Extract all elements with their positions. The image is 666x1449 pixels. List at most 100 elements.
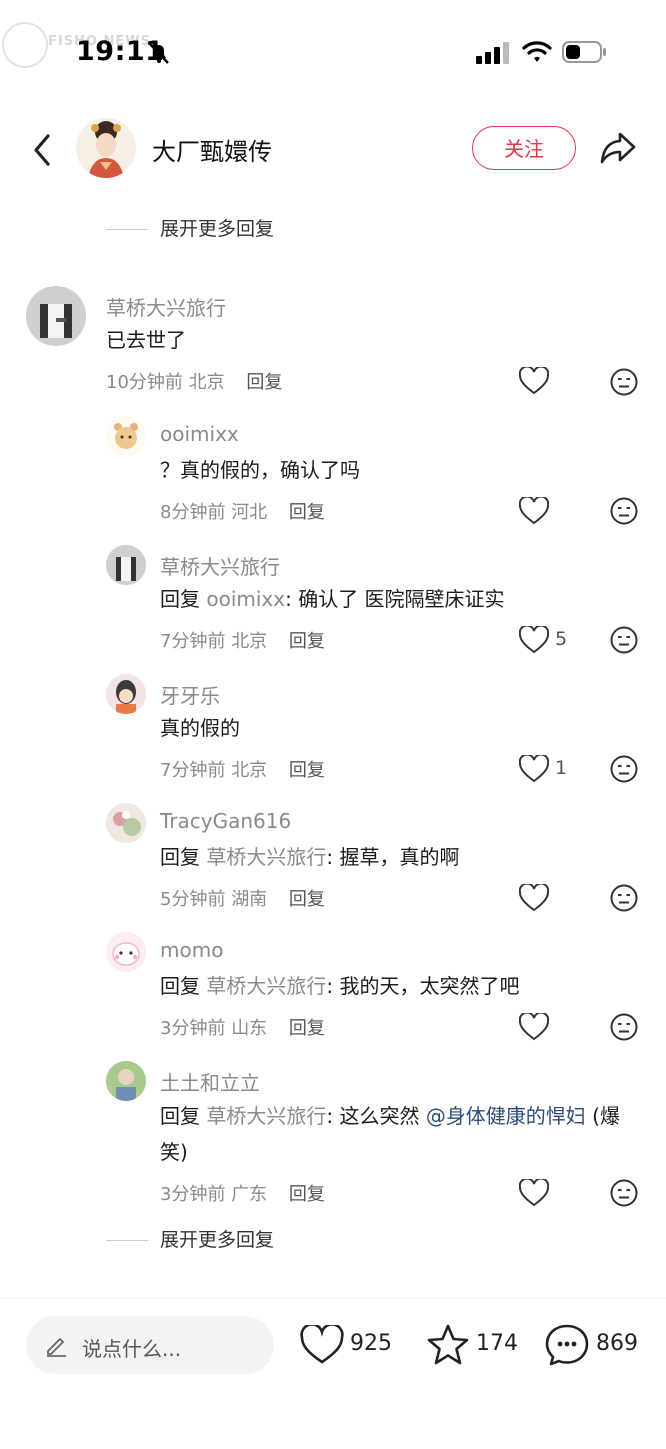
reply-button[interactable]: 回复 xyxy=(289,502,325,523)
like-heart-icon[interactable] xyxy=(300,1325,344,1365)
reply-prefix: 回复 xyxy=(160,1104,200,1128)
comment-author[interactable]: 土土和立立 xyxy=(160,1067,260,1096)
expand-label: 展开更多回复 xyxy=(160,1229,275,1251)
signal-icon xyxy=(476,42,509,64)
reply-button[interactable]: 回复 xyxy=(289,760,325,781)
avatar[interactable] xyxy=(76,118,136,178)
heart-icon[interactable] xyxy=(519,626,549,654)
comment-time: 7分钟前 xyxy=(160,631,226,652)
share-icon[interactable] xyxy=(598,128,638,168)
reply-button[interactable]: 回复 xyxy=(289,631,325,652)
avatar[interactable] xyxy=(106,674,146,714)
page-title: 大厂甄嬛传 xyxy=(152,138,272,166)
comment-text: 已去世了 xyxy=(106,328,186,352)
comment-meta: 3分钟前 广东 回复 xyxy=(160,1180,325,1206)
reply-to-user[interactable]: 草桥大兴旅行 xyxy=(206,845,326,869)
comment-author[interactable]: ooimixx xyxy=(160,422,239,446)
reply-body: : 这么突然 xyxy=(326,1104,426,1128)
follow-button[interactable]: 关注 xyxy=(472,126,576,170)
comment-text: 回复 ooimixx: 确认了 医院隔壁床证实 xyxy=(160,581,505,617)
avatar[interactable] xyxy=(106,545,146,585)
comment-text: 回复 草桥大兴旅行: 我的天，太突然了吧 xyxy=(160,968,519,1004)
reply-button[interactable]: 回复 xyxy=(289,1018,325,1039)
comment-author[interactable]: 牙牙乐 xyxy=(160,680,220,709)
comment-text: 回复 草桥大兴旅行: 握草，真的啊 xyxy=(160,839,459,875)
avatar[interactable] xyxy=(26,286,86,346)
comment-author[interactable]: TracyGan616 xyxy=(160,809,291,833)
reply-body: : 握草，真的啊 xyxy=(326,845,460,869)
comment-time: 3分钟前 xyxy=(160,1184,226,1205)
dislike-face-icon[interactable] xyxy=(610,755,638,783)
reply-body: : 我的天，太突然了吧 xyxy=(326,974,520,998)
wifi-icon xyxy=(522,41,552,62)
comment-location: 北京 xyxy=(231,760,268,781)
dislike-face-icon[interactable] xyxy=(610,884,638,912)
dislike-face-icon[interactable] xyxy=(610,497,638,525)
like-count: 5 xyxy=(555,628,568,650)
divider xyxy=(106,1240,148,1241)
comment-input-placeholder: 说点什么... xyxy=(82,1337,182,1361)
reply-to-user[interactable]: 草桥大兴旅行 xyxy=(206,1104,326,1128)
comment-bubble-icon[interactable] xyxy=(544,1323,590,1367)
expand-more-replies[interactable]: 展开更多回复 xyxy=(106,214,274,241)
reply-prefix: 回复 xyxy=(160,587,200,611)
reply-prefix: 回复 xyxy=(160,845,200,869)
back-icon[interactable] xyxy=(26,128,62,172)
heart-icon[interactable] xyxy=(519,497,549,525)
reply-button[interactable]: 回复 xyxy=(289,889,325,910)
reply-to-user[interactable]: 草桥大兴旅行 xyxy=(206,974,326,998)
expand-more-replies[interactable]: 展开更多回复 xyxy=(106,1225,274,1252)
avatar[interactable] xyxy=(106,1061,146,1101)
reply-button[interactable]: 回复 xyxy=(289,1184,325,1205)
comment-meta: 3分钟前 山东 回复 xyxy=(160,1014,325,1040)
comment-author[interactable]: 草桥大兴旅行 xyxy=(106,292,226,321)
reply-button[interactable]: 回复 xyxy=(246,372,282,393)
comment-location: 北京 xyxy=(231,631,268,652)
comment-time: 5分钟前 xyxy=(160,889,226,910)
like-count: 1 xyxy=(555,757,568,779)
comment-text: 回复 草桥大兴旅行: 这么突然 @身体健康的悍妇 (爆笑) xyxy=(160,1098,630,1170)
comment-text: ？真的假的，确认了吗 xyxy=(160,458,360,482)
reply-body: : 确认了 医院隔壁床证实 xyxy=(285,587,505,611)
favorite-count: 174 xyxy=(476,1331,518,1356)
comment-time: 3分钟前 xyxy=(160,1018,226,1039)
dislike-face-icon[interactable] xyxy=(610,368,638,396)
reply-prefix: 回复 xyxy=(160,974,200,998)
avatar[interactable] xyxy=(106,932,146,972)
like-count: 925 xyxy=(350,1331,392,1356)
avatar[interactable] xyxy=(106,803,146,843)
comment-count: 869 xyxy=(596,1331,638,1356)
comment-time: 7分钟前 xyxy=(160,760,226,781)
comment-meta: 7分钟前 北京 回复 xyxy=(160,627,325,653)
battery-icon xyxy=(562,41,606,63)
comment-time: 10分钟前 xyxy=(106,372,183,393)
star-icon[interactable] xyxy=(426,1323,470,1367)
dislike-face-icon[interactable] xyxy=(610,626,638,654)
heart-icon[interactable] xyxy=(519,755,549,783)
comment-time: 8分钟前 xyxy=(160,502,226,523)
heart-icon[interactable] xyxy=(519,884,549,912)
expand-label: 展开更多回复 xyxy=(160,218,275,240)
comment-meta: 8分钟前 河北 回复 xyxy=(160,498,325,524)
pencil-icon xyxy=(47,1338,66,1357)
comment-author[interactable]: 草桥大兴旅行 xyxy=(160,551,280,580)
comment-text: 真的假的 xyxy=(160,716,240,740)
comment-location: 北京 xyxy=(188,372,225,393)
comment-author[interactable]: momo xyxy=(160,938,223,962)
comment-location: 广东 xyxy=(231,1184,268,1205)
comment-meta: 5分钟前 湖南 回复 xyxy=(160,885,325,911)
watermark-logo xyxy=(2,22,48,68)
comment-input[interactable]: 说点什么... xyxy=(26,1316,274,1374)
avatar[interactable] xyxy=(106,416,146,456)
heart-icon[interactable] xyxy=(519,367,549,395)
comment-location: 山东 xyxy=(231,1018,268,1039)
mention-link[interactable]: @身体健康的悍妇 xyxy=(426,1104,586,1128)
reply-to-user[interactable]: ooimixx xyxy=(206,587,285,611)
dislike-face-icon[interactable] xyxy=(610,1179,638,1207)
comment-meta: 7分钟前 北京 回复 xyxy=(160,756,325,782)
heart-icon[interactable] xyxy=(519,1179,549,1207)
dislike-face-icon[interactable] xyxy=(610,1013,638,1041)
status-bar: FISHO NEWS 19:11 xyxy=(0,0,666,100)
heart-icon[interactable] xyxy=(519,1013,549,1041)
divider xyxy=(106,229,148,230)
